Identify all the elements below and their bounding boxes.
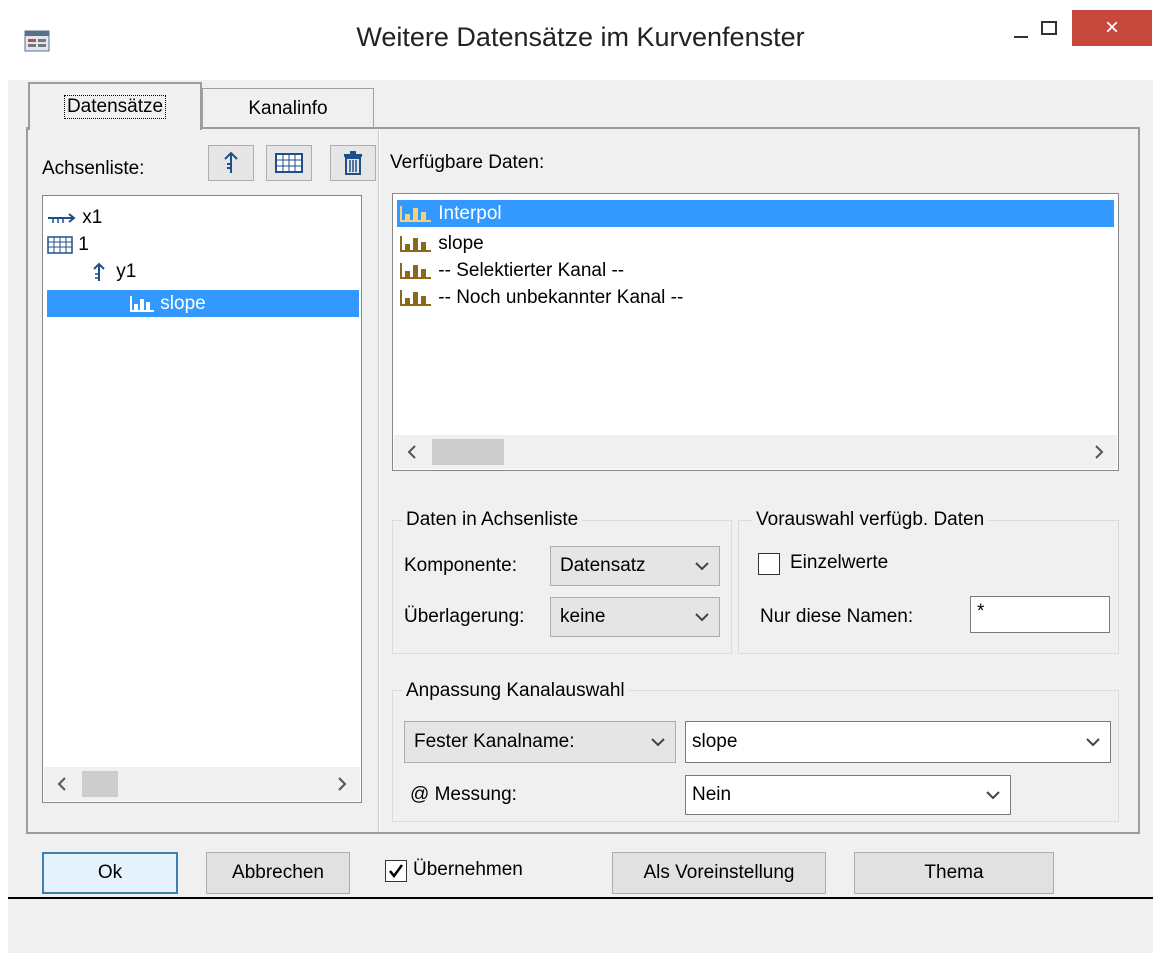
data-item-interpol[interactable]: Interpol — [397, 200, 1114, 227]
tab-datensaetze[interactable]: Datensätze — [28, 82, 202, 130]
apply-label: Übernehmen — [413, 859, 523, 880]
chevron-down-icon — [651, 738, 665, 747]
maximize-icon — [1041, 21, 1057, 35]
axis-list-hscrollbar[interactable] — [44, 767, 360, 801]
button-label: Als Voreinstellung — [643, 862, 795, 883]
apply-checkbox[interactable] — [385, 860, 407, 882]
button-label: Ok — [97, 862, 123, 883]
data-item-label: slope — [438, 233, 484, 254]
channel-name-value: slope — [692, 731, 738, 752]
minimize-icon — [1014, 36, 1028, 38]
theme-button[interactable]: Thema — [854, 852, 1054, 894]
channel-name-select[interactable]: slope — [685, 721, 1111, 763]
tab-label: Datensätze — [63, 95, 167, 119]
scroll-thumb[interactable] — [432, 439, 504, 465]
grid-icon — [275, 153, 303, 173]
scroll-right-icon[interactable] — [1089, 441, 1109, 463]
dataset-icon — [400, 235, 431, 252]
tree-item-label: x1 — [82, 207, 103, 228]
channel-mode-value: Fester Kanalname: — [414, 731, 575, 752]
dataset-icon — [400, 262, 431, 279]
splitter[interactable] — [378, 130, 380, 832]
dataset-icon — [400, 289, 431, 306]
axis-list-label: Achsenliste: — [42, 158, 145, 179]
tree-item-x1[interactable]: x1 — [47, 204, 102, 231]
dataset-icon — [130, 295, 154, 312]
chevron-down-icon — [986, 791, 1000, 800]
maximize-button[interactable] — [1034, 14, 1064, 44]
scroll-left-icon[interactable] — [402, 441, 422, 463]
component-value: Datensatz — [560, 555, 646, 576]
chevron-down-icon — [1086, 738, 1100, 747]
data-item-label: Interpol — [438, 203, 502, 224]
tab-label: Kanalinfo — [248, 97, 328, 119]
ok-button[interactable]: Ok — [42, 852, 178, 894]
tree-item-slope[interactable]: slope — [47, 290, 359, 317]
overlay-select[interactable]: keine — [550, 597, 720, 637]
available-data-list[interactable]: Interpol slope -- Selektierter Kanal -- … — [392, 193, 1119, 471]
group-title: Vorauswahl verfügb. Daten — [752, 509, 989, 531]
chevron-down-icon — [695, 562, 709, 571]
title-bar: Weitere Datensätze im Kurvenfenster × — [0, 0, 1161, 80]
channel-mode-select[interactable]: Fester Kanalname: — [404, 721, 676, 763]
measurement-label: @ Messung: — [410, 784, 517, 805]
button-label: Thema — [924, 862, 984, 883]
tree-item-label: y1 — [116, 261, 137, 282]
tree-item-y1[interactable]: y1 — [91, 258, 136, 285]
minimize-button[interactable] — [1006, 22, 1036, 42]
scroll-thumb[interactable] — [82, 771, 118, 797]
component-select[interactable]: Datensatz — [550, 546, 720, 586]
single-values-checkbox[interactable] — [758, 553, 780, 575]
tree-item-label: 1 — [78, 234, 89, 255]
delete-button[interactable] — [330, 145, 376, 181]
button-label: Abbrechen — [232, 862, 324, 883]
overlay-value: keine — [560, 606, 606, 627]
single-values-label: Einzelwerte — [790, 552, 889, 573]
scroll-left-icon[interactable] — [52, 773, 72, 795]
close-button[interactable]: × — [1072, 10, 1152, 46]
measurement-select[interactable]: Nein — [685, 775, 1011, 815]
cancel-button[interactable]: Abbrechen — [206, 852, 350, 894]
overlay-label: Überlagerung: — [404, 606, 525, 627]
tab-kanalinfo[interactable]: Kanalinfo — [202, 88, 374, 128]
axis-list-tree[interactable]: x1 1 y1 slope — [42, 195, 362, 803]
dataset-icon — [400, 205, 431, 222]
x-axis-icon — [48, 213, 76, 223]
data-item-unknown-channel[interactable]: -- Noch unbekannter Kanal -- — [399, 284, 683, 311]
set-default-button[interactable]: Als Voreinstellung — [612, 852, 826, 894]
data-item-label: -- Noch unbekannter Kanal -- — [438, 287, 684, 308]
names-label: Nur diese Namen: — [760, 606, 914, 627]
data-item-label: -- Selektierter Kanal -- — [438, 260, 625, 281]
data-item-slope[interactable]: slope — [399, 230, 484, 257]
tree-item-label: slope — [160, 293, 206, 314]
y-axis-icon — [93, 262, 105, 281]
available-data-hscrollbar[interactable] — [394, 435, 1117, 469]
tree-item-grid-1[interactable]: 1 — [47, 231, 89, 258]
close-icon: × — [1104, 14, 1119, 41]
scroll-right-icon[interactable] — [332, 773, 352, 795]
group-title: Daten in Achsenliste — [402, 509, 583, 531]
checkmark-icon — [389, 864, 404, 879]
measurement-value: Nein — [692, 784, 732, 805]
status-bar — [8, 899, 1153, 953]
names-input[interactable]: * — [970, 596, 1110, 633]
group-preselection — [738, 520, 1119, 654]
add-axis-button[interactable] — [208, 145, 254, 181]
add-grid-button[interactable] — [266, 145, 312, 181]
y-axis-icon — [224, 151, 238, 173]
window-title: Weitere Datensätze im Kurvenfenster — [356, 22, 805, 52]
chevron-down-icon — [695, 613, 709, 622]
available-data-label: Verfügbare Daten: — [390, 152, 545, 173]
component-label: Komponente: — [404, 555, 518, 576]
grid-icon — [47, 236, 73, 254]
data-item-selected-channel[interactable]: -- Selektierter Kanal -- — [399, 257, 624, 284]
group-title: Anpassung Kanalauswahl — [402, 680, 629, 702]
trash-icon — [344, 151, 362, 175]
